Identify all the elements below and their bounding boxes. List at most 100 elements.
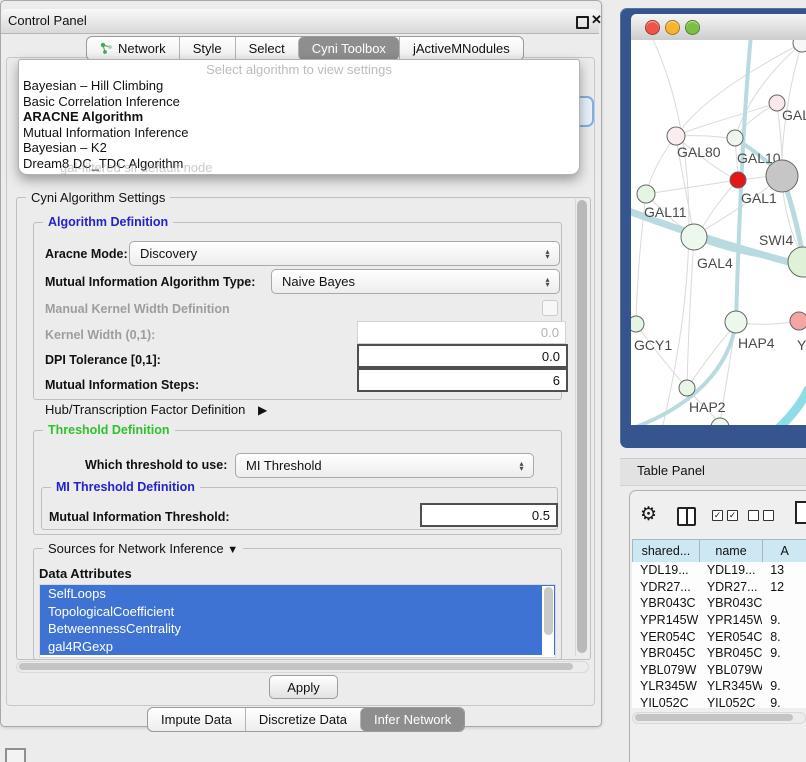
graph-node[interactable] [727, 130, 743, 146]
which-threshold-combobox[interactable]: MI Threshold ▴▾ [235, 453, 534, 478]
scrollbar-thumb[interactable] [577, 200, 587, 653]
scrollbar-thumb[interactable] [19, 663, 573, 670]
table-row[interactable]: YER054CYER054C8. [632, 628, 806, 645]
table-cell[interactable]: YBL079W [632, 663, 699, 677]
dpi-tolerance-field[interactable]: 0.0 [357, 344, 568, 368]
algorithm-option[interactable]: Bayesian – K2 [19, 140, 579, 156]
table-horizontal-scrollbar[interactable] [632, 712, 806, 724]
kernel-width-field[interactable]: 0.0 [357, 321, 566, 344]
algorithm-option[interactable]: Bayesian – Hill Climbing [19, 78, 579, 94]
table-cell[interactable]: 12 [762, 580, 806, 594]
control-panel-titlebar[interactable] [1, 9, 599, 34]
table-row[interactable]: YIL052CYIL052C9. [632, 695, 806, 708]
tab-cyni-toolbox[interactable]: Cyni Toolbox [298, 37, 399, 60]
table-row[interactable]: YBR043CYBR043C [632, 595, 806, 612]
table-cell[interactable]: YLR345W [699, 679, 762, 693]
algorithm-option[interactable]: Mutual Information Inference [19, 125, 579, 141]
algorithm-option-aracne[interactable]: ARACNE Algorithm [19, 109, 579, 125]
table-row[interactable]: YDR27...YDR27...12 [632, 579, 806, 596]
graph-node[interactable] [681, 224, 707, 250]
column-header-shared-name[interactable]: shared... [633, 540, 700, 562]
table-cell[interactable]: YER054C [699, 630, 762, 644]
gear-icon[interactable]: ⚙ [640, 503, 657, 526]
table-row[interactable]: YBR045CYBR045C9. [632, 645, 806, 662]
graph-node[interactable] [631, 316, 644, 332]
graph-node[interactable] [711, 418, 729, 425]
algorithm-option[interactable]: Basic Correlation Inference [19, 94, 579, 110]
settings-vertical-scrollbar[interactable] [575, 199, 589, 656]
minimize-traffic-light[interactable] [665, 20, 680, 35]
graph-edge[interactable] [636, 324, 687, 388]
column-header-name[interactable]: name [700, 540, 763, 562]
table-cell[interactable]: YPR145W [699, 613, 762, 627]
table-cell[interactable]: YBL079W [699, 663, 762, 677]
aracne-mode-combobox[interactable]: Discovery ▴▾ [129, 241, 560, 266]
table-cell[interactable]: YDR27... [632, 580, 699, 594]
zoom-traffic-light[interactable] [685, 20, 700, 35]
table-row[interactable]: YBL079WYBL079W [632, 662, 806, 679]
attribute-item[interactable]: SelfLoops [40, 585, 555, 603]
table-cell[interactable]: YBR045C [699, 646, 762, 660]
table-cell[interactable]: YPR145W [632, 613, 699, 627]
graph-node[interactable] [788, 247, 806, 277]
table-row[interactable]: YDL19...YDL19...13 [632, 562, 806, 579]
table-cell[interactable]: YBR045C [632, 646, 699, 660]
graph-node[interactable] [679, 380, 695, 396]
network-window-titlebar[interactable] [631, 14, 806, 41]
graph-node[interactable] [793, 40, 806, 52]
table-cell[interactable]: 9. [762, 646, 806, 660]
table-cell[interactable]: 9. [762, 679, 806, 693]
mi-steps-field[interactable]: 6 [357, 368, 568, 392]
table-cell[interactable]: 8. [762, 630, 806, 644]
float-window-icon[interactable] [576, 16, 589, 29]
table-cell[interactable]: YER054C [632, 630, 699, 644]
deselect-all-columns-icon[interactable] [748, 510, 774, 521]
graph-node[interactable] [766, 160, 798, 192]
scrollbar-thumb[interactable] [635, 714, 793, 721]
columns-icon[interactable] [677, 507, 696, 526]
mi-threshold-field[interactable]: 0.5 [420, 503, 558, 527]
table-cell[interactable]: YBR043C [632, 596, 699, 610]
tab-impute-data[interactable]: Impute Data [148, 708, 245, 731]
graph-node[interactable] [667, 127, 685, 145]
column-header-partial[interactable]: A [763, 540, 806, 562]
manual-kernel-width-checkbox[interactable] [542, 300, 558, 316]
table-cell[interactable]: YLR345W [632, 679, 699, 693]
network-view-canvas[interactable]: GALGAL80GAL10GAL1GAL11GAL4SWI4GCY1HAP4YH… [631, 40, 806, 425]
graph-node[interactable] [725, 311, 747, 333]
expanded-arrow-icon[interactable]: ▼ [227, 544, 238, 556]
tab-jactivemnodules[interactable]: jActiveMNodules [399, 37, 523, 60]
attribute-item[interactable]: gal4RGexp [40, 638, 555, 656]
graph-edge[interactable] [646, 180, 738, 194]
table-cell[interactable]: YIL052C [699, 696, 762, 708]
tab-infer-network[interactable]: Infer Network [360, 708, 464, 731]
table-cell[interactable]: YDR27... [699, 580, 762, 594]
import-table-icon[interactable] [795, 501, 806, 524]
table-cell[interactable]: YBR043C [699, 596, 762, 610]
network-graph[interactable]: GALGAL80GAL10GAL1GAL11GAL4SWI4GCY1HAP4YH… [631, 40, 806, 425]
mi-algorithm-type-combobox[interactable]: Naive Bayes ▴▾ [271, 269, 560, 294]
hub-definition-toggle[interactable]: Hub/Transcription Factor Definition ▶ [45, 402, 267, 417]
table-cell[interactable]: YDL19... [699, 563, 762, 577]
graph-edge[interactable] [779, 388, 806, 425]
graph-node[interactable] [637, 185, 655, 203]
settings-horizontal-scrollbar[interactable] [16, 661, 589, 673]
close-icon[interactable]: ✕ [591, 12, 602, 28]
table-cell[interactable]: YDL19... [632, 563, 699, 577]
tab-network[interactable]: Network [87, 37, 179, 60]
close-traffic-light[interactable] [645, 20, 660, 35]
attribute-item[interactable]: TopologicalCoefficient [40, 603, 555, 621]
graph-node[interactable] [790, 312, 806, 330]
table-row[interactable]: YLR345WYLR345W9. [632, 678, 806, 695]
attributes-scrollbar[interactable] [542, 586, 554, 655]
apply-button[interactable]: Apply [269, 675, 338, 699]
table-cell[interactable]: 13 [762, 563, 806, 577]
graph-node[interactable] [730, 172, 746, 188]
table-cell[interactable]: YIL052C [632, 696, 699, 708]
table-row[interactable]: YPR145WYPR145W9. [632, 612, 806, 629]
tab-select[interactable]: Select [235, 37, 298, 60]
collapsed-arrow-icon[interactable]: ▶ [258, 403, 267, 417]
attribute-item[interactable]: BetweennessCentrality [40, 620, 555, 638]
collapsed-panel-icon[interactable] [5, 748, 26, 762]
table-cell[interactable]: 9. [762, 696, 806, 708]
